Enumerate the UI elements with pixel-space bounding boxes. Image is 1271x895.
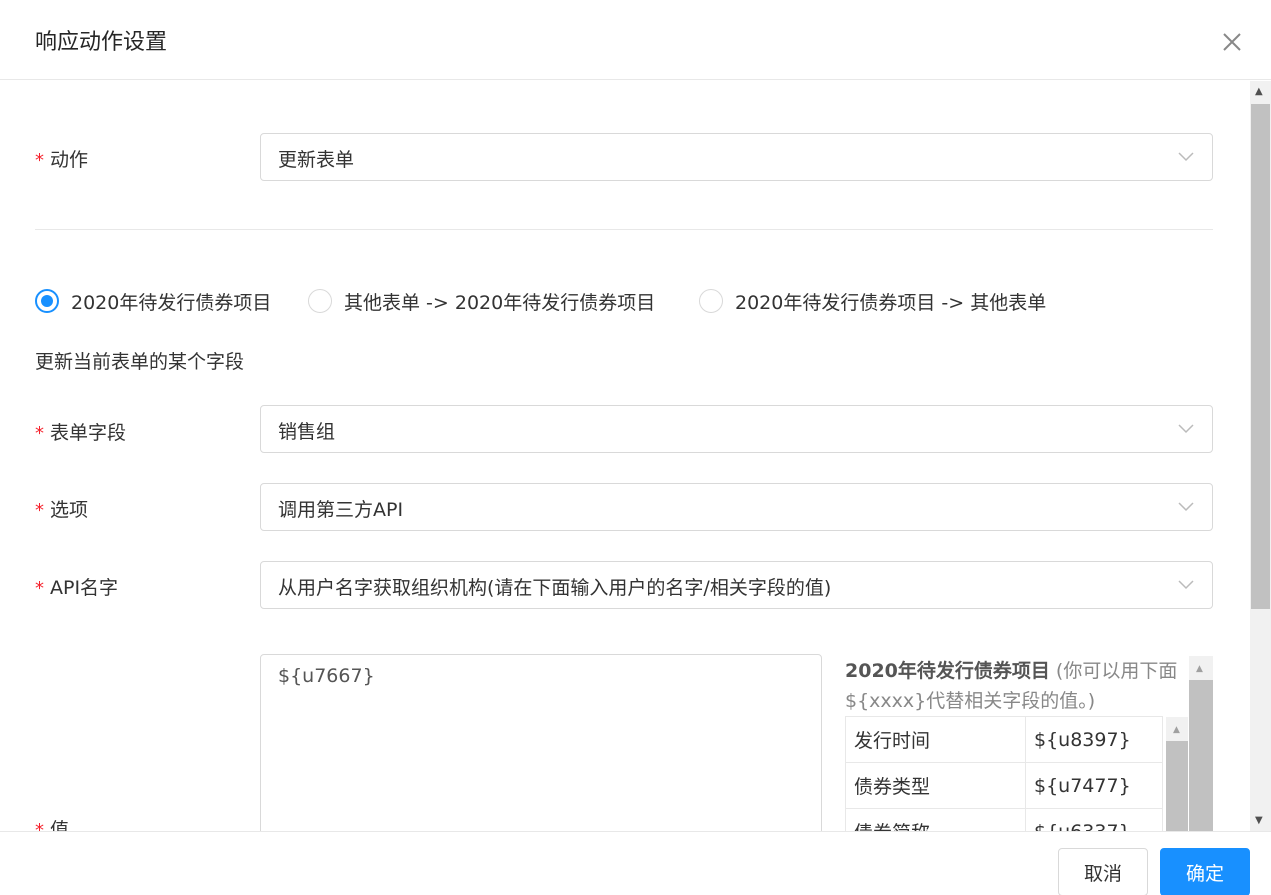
api-name-label: * API名字 [35,577,119,599]
required-mark: * [35,820,44,831]
option-select-value: 调用第三方API [278,499,404,521]
field-select[interactable]: 销售组 [260,405,1213,453]
chevron-down-icon [1178,580,1194,590]
dialog-footer: 取消 确定 [0,831,1271,895]
chevron-down-icon [1178,502,1194,512]
table-scrollbar[interactable]: ▲ [1166,717,1188,841]
api-name-select[interactable]: 从用户名字获取组织机构(请在下面输入用户的名字/相关字段的值) [260,561,1213,609]
chevron-down-icon [1178,424,1194,434]
confirm-button[interactable]: 确定 [1160,848,1250,895]
close-icon[interactable] [1216,26,1248,58]
action-select-value: 更新表单 [278,149,355,171]
dialog-title: 响应动作设置 [35,30,168,55]
section-description: 更新当前表单的某个字段 [35,351,245,373]
reference-table: 发行时间${u8397} 债券类型${u7477} 债券简称${u6337} [845,716,1163,831]
chevron-down-icon [1178,152,1194,162]
required-mark: * [35,423,44,444]
scrollbar-thumb[interactable] [1166,741,1188,841]
cancel-button[interactable]: 取消 [1058,848,1148,895]
required-mark: * [35,578,44,599]
option-select[interactable]: 调用第三方API [260,483,1213,531]
option-label: * 选项 [35,499,89,521]
scroll-up-icon[interactable]: ▲ [1196,664,1203,674]
radio-current-to-other[interactable]: 2020年待发行债券项目 -> 其他表单 [699,287,1074,315]
action-select[interactable]: 更新表单 [260,133,1213,181]
value-textarea[interactable]: ${u7667} [260,654,822,831]
required-mark: * [35,150,44,171]
action-label: * 动作 [35,149,89,171]
radio-other-to-current[interactable]: 其他表单 -> 2020年待发行债券项目 [308,287,683,315]
radio-current-form[interactable]: 2020年待发行债券项目 [35,287,290,315]
radio-circle [699,289,723,313]
divider [35,229,1213,230]
scroll-up-icon[interactable]: ▲ [1255,86,1263,97]
field-select-value: 销售组 [278,421,336,443]
field-label: * 表单字段 [35,422,127,444]
table-row: 发行时间 ${u8397} [845,716,1163,763]
scroll-down-icon[interactable]: ▼ [1255,815,1263,826]
scrollbar-thumb[interactable] [1251,104,1270,609]
table-row: 债券简称${u6337} [845,808,1163,831]
api-name-select-value: 从用户名字获取组织机构(请在下面输入用户的名字/相关字段的值) [278,577,832,599]
dialog-scrollbar[interactable]: ▲ ▼ [1250,81,1271,831]
panel-scrollbar[interactable]: ▲ [1189,656,1213,840]
dialog-body: * 动作 更新表单 2020年待发行债券项目 其他表单 -> 2020年待发行债券… [0,81,1250,831]
radio-circle [308,289,332,313]
dialog-header: 响应动作设置 [0,0,1271,80]
required-mark: * [35,500,44,521]
reference-header: 2020年待发行债券项目 (你可以用下面${xxxx}代替相关字段的值。) [845,660,1178,712]
table-row: 债券类型 ${u7477} [845,762,1163,809]
scrollbar-thumb[interactable] [1189,680,1213,840]
radio-circle [35,289,59,313]
scroll-up-icon[interactable]: ▲ [1173,725,1180,735]
value-label: * 值 [35,815,69,831]
